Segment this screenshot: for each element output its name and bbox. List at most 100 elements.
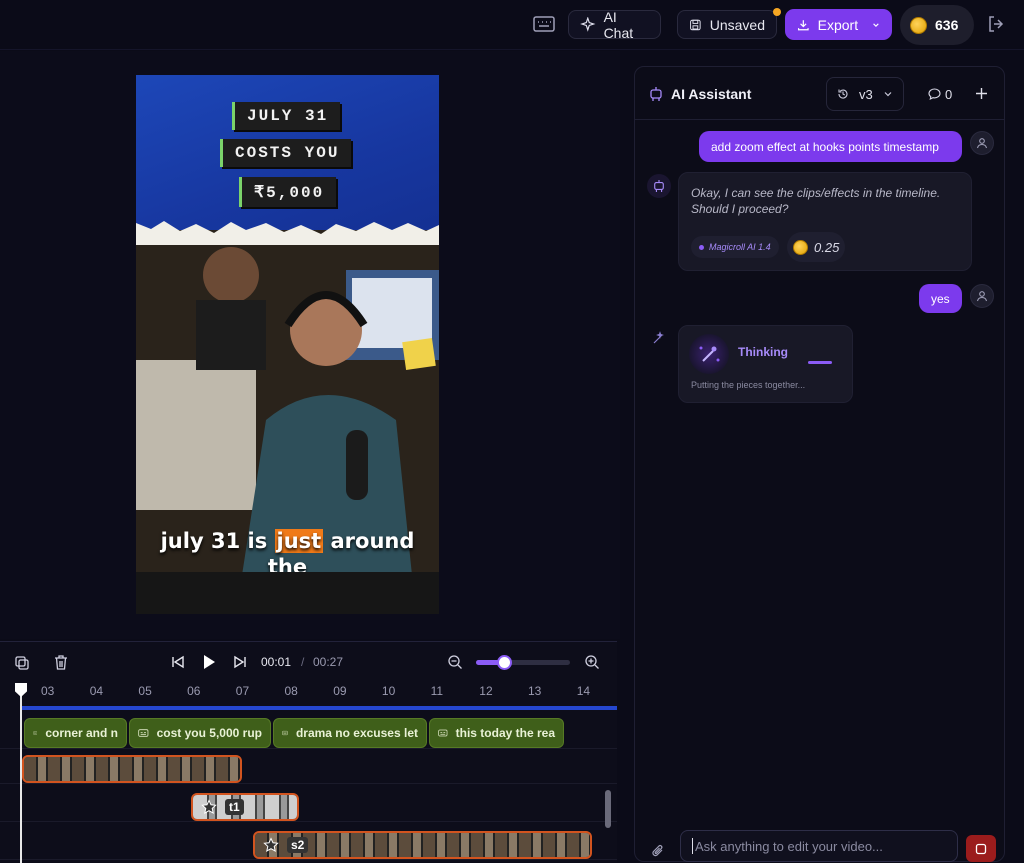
ruler-tick: 11 bbox=[430, 684, 444, 698]
scene-clip[interactable]: s2 bbox=[253, 831, 592, 859]
ruler-tick: 09 bbox=[333, 684, 347, 698]
magic-icon bbox=[699, 346, 720, 362]
star-icon bbox=[201, 799, 217, 814]
assistant-message: Okay, I can see the clips/effects in the… bbox=[678, 172, 972, 271]
caption-icon bbox=[438, 729, 448, 737]
headline-line-1: JULY 31 bbox=[232, 102, 341, 130]
user-message: add zoom effect at hooks points timestam… bbox=[699, 131, 962, 162]
chevron-down-icon bbox=[873, 22, 879, 27]
zoom-out-icon[interactable] bbox=[447, 654, 463, 670]
video-preview[interactable]: JULY 31 COSTS YOU ₹5,000 july 31 is just… bbox=[136, 75, 439, 614]
user-icon bbox=[976, 138, 988, 149]
current-time: 00:01 bbox=[261, 655, 292, 669]
caption-icon bbox=[282, 730, 288, 736]
zoom-in-icon[interactable] bbox=[584, 654, 600, 670]
filmstrip bbox=[24, 757, 240, 781]
star-icon bbox=[263, 837, 279, 852]
assistant-thinking-card: Thinking Putting the pieces together... bbox=[678, 325, 853, 403]
wand-icon bbox=[653, 331, 664, 344]
caption-pre: july 31 is bbox=[160, 529, 275, 553]
history-icon bbox=[838, 89, 848, 99]
caption-clip[interactable]: corner and n bbox=[24, 718, 127, 748]
video-track-2 bbox=[0, 790, 617, 822]
logout-icon[interactable] bbox=[986, 14, 1006, 34]
ai-chat-label: AI Chat bbox=[603, 8, 634, 41]
model-dot bbox=[699, 244, 704, 250]
caption-highlight: just bbox=[274, 529, 324, 553]
timeline-progress-bar bbox=[22, 706, 617, 710]
cost-badge: 0.25 bbox=[787, 232, 846, 262]
export-label: Export bbox=[817, 16, 859, 33]
comment-count: 0 bbox=[945, 87, 953, 102]
ruler-tick: 07 bbox=[235, 684, 250, 698]
thinking-progress bbox=[808, 361, 832, 364]
assistant-header: AI Assistant v3 0 bbox=[635, 67, 1004, 120]
robot-icon bbox=[650, 87, 662, 101]
coin-balance-value: 636 bbox=[935, 17, 959, 33]
video-bottom-bar bbox=[136, 572, 439, 614]
thinking-status: Thinking bbox=[738, 345, 788, 359]
assistant-message-line-1: Okay, I can see the clips/effects in the… bbox=[691, 186, 941, 200]
stop-button[interactable] bbox=[966, 835, 996, 862]
timeline: 00:01 / 00:27 03 04 05 06 07 08 09 10 11 12 13 14 c… bbox=[0, 641, 617, 863]
ruler-tick: 08 bbox=[284, 684, 298, 698]
text-cursor bbox=[692, 838, 693, 854]
cost-value: 0.25 bbox=[814, 239, 840, 255]
skip-forward-icon[interactable] bbox=[232, 655, 248, 669]
keyboard-icon[interactable] bbox=[532, 14, 556, 34]
chevron-down-icon bbox=[884, 92, 892, 97]
comment-icon[interactable] bbox=[928, 88, 941, 100]
plus-icon[interactable] bbox=[975, 87, 988, 100]
caption-clip-label: cost you 5,000 rup bbox=[156, 726, 262, 740]
caption-line-1: july 31 is just around bbox=[136, 529, 439, 553]
caption-clip[interactable]: cost you 5,000 rup bbox=[129, 718, 271, 748]
user-icon bbox=[976, 291, 988, 302]
assistant-avatar bbox=[647, 326, 671, 350]
coin-icon bbox=[910, 16, 927, 34]
model-name: Magicroll AI 1.4 bbox=[709, 242, 771, 252]
zoom-slider[interactable] bbox=[476, 655, 570, 670]
video-clip-1[interactable] bbox=[22, 755, 242, 783]
assistant-title: AI Assistant bbox=[671, 86, 752, 102]
caption-clip[interactable]: this today the rea bbox=[429, 718, 564, 748]
chat-input[interactable]: Ask anything to edit your video... bbox=[680, 830, 958, 862]
assistant-message-line-2: Should I proceed? bbox=[691, 202, 789, 216]
unsaved-button[interactable]: Unsaved bbox=[677, 10, 777, 39]
headline-line-2: COSTS YOU bbox=[220, 139, 352, 167]
playhead[interactable] bbox=[20, 684, 22, 863]
ruler-tick: 03 bbox=[41, 684, 55, 698]
transition-label: t1 bbox=[225, 799, 244, 815]
attach-icon[interactable] bbox=[651, 843, 665, 859]
unsaved-label: Unsaved bbox=[709, 16, 765, 33]
ruler-tick: 12 bbox=[479, 684, 493, 698]
coin-balance[interactable]: 636 bbox=[900, 5, 974, 45]
model-badge: Magicroll AI 1.4 bbox=[691, 236, 779, 258]
stop-icon bbox=[975, 843, 987, 854]
zoom-slider-knob[interactable] bbox=[497, 655, 513, 670]
duplicate-icon[interactable] bbox=[14, 655, 30, 671]
ruler-tick: 10 bbox=[381, 684, 396, 698]
version-label: v3 bbox=[859, 86, 873, 102]
top-bar: AI Chat Unsaved Export 636 bbox=[0, 0, 1024, 50]
ruler-tick: 14 bbox=[576, 684, 591, 698]
timeline-ruler[interactable]: 03 04 05 06 07 08 09 10 11 12 13 14 bbox=[22, 684, 617, 704]
ruler-tick: 06 bbox=[187, 684, 201, 698]
torn-paper-edge bbox=[136, 221, 439, 245]
delete-icon[interactable] bbox=[53, 654, 69, 671]
version-selector[interactable]: v3 bbox=[826, 77, 904, 111]
transition-clip[interactable]: t1 bbox=[191, 793, 299, 821]
sparkle-icon bbox=[580, 16, 596, 32]
export-button[interactable]: Export bbox=[785, 9, 892, 40]
play-icon[interactable] bbox=[201, 653, 217, 671]
user-avatar bbox=[970, 131, 994, 155]
headline-line-3: ₹5,000 bbox=[239, 177, 337, 207]
timeline-scrollbar[interactable] bbox=[605, 790, 611, 828]
caption-clip[interactable]: drama no excuses let bbox=[273, 718, 427, 748]
skip-back-icon[interactable] bbox=[170, 655, 186, 669]
ruler-tick: 13 bbox=[528, 684, 542, 698]
user-avatar bbox=[970, 284, 994, 308]
ai-chat-button[interactable]: AI Chat bbox=[568, 8, 661, 41]
ruler-tick: 05 bbox=[138, 684, 152, 698]
caption-clip-label: this today the rea bbox=[455, 726, 555, 740]
robot-icon bbox=[654, 180, 664, 192]
